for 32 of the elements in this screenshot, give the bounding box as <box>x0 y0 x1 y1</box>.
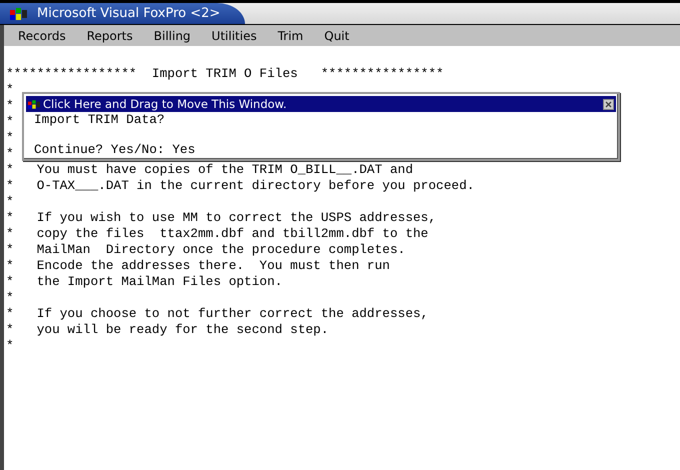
console-line: * <box>6 194 14 210</box>
window-title: Microsoft Visual FoxPro <2> <box>37 6 220 21</box>
menu-item[interactable]: Reports <box>86 28 133 42</box>
console-line: * the Import MailMan Files option. <box>6 274 282 290</box>
menu-item[interactable]: Records <box>18 28 66 42</box>
console-line: * <box>6 146 14 162</box>
menu-item[interactable]: Trim <box>278 28 304 42</box>
dialog-text: Import TRIM Data? <box>34 112 165 127</box>
app-icon <box>10 6 27 20</box>
console-line: * <box>6 290 14 306</box>
close-icon[interactable] <box>603 98 614 110</box>
menu-item[interactable]: Quit <box>324 28 350 42</box>
console-line: ***************** Import TRIM O Files **************** <box>6 66 444 82</box>
console-line: * Encode the addresses there. You must then run <box>6 258 390 274</box>
menu-item[interactable]: Billing <box>154 28 191 42</box>
console-line: * you will be ready for the second step. <box>6 322 329 338</box>
console-line: * You must have copies of the TRIM O_BILL__.DAT and <box>6 162 414 178</box>
console-line: * <box>6 338 14 354</box>
console-line: * <box>6 130 14 146</box>
app-icon <box>28 98 40 110</box>
console-line: * If you choose to not further correct the addresses, <box>6 306 428 322</box>
console-line: * If you wish to use MM to correct the USPS addresses, <box>6 210 436 226</box>
console-line: * <box>6 98 14 114</box>
dialog-title: Click Here and Drag to Move This Window. <box>43 97 288 111</box>
dialog-text: Continue? Yes/No: Yes <box>34 142 196 157</box>
console-line: * <box>6 114 14 130</box>
console-line: * MailMan Directory once the procedure completes. <box>6 242 406 258</box>
console-line: * <box>6 82 14 98</box>
dialog-title-bar[interactable]: Click Here and Drag to Move This Window. <box>26 96 616 112</box>
menu-item[interactable]: Utilities <box>212 28 257 42</box>
console-line: * O-TAX___.DAT in the current directory before you proceed. <box>6 178 474 194</box>
console-line: * copy the files ttax2mm.dbf and tbill2mm.dbf to the <box>6 226 428 242</box>
